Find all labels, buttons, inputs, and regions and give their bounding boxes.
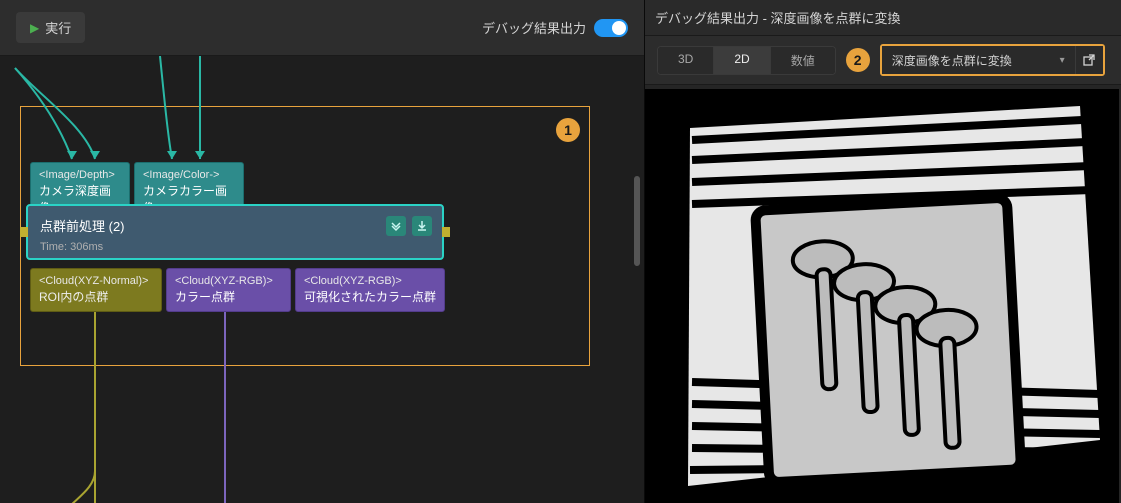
node-visualized-color-point-cloud[interactable]: <Cloud(XYZ-RGB)> 可視化されたカラー点群 [295,268,445,312]
canvas-scrollbar[interactable] [634,176,640,266]
node-roi-tag: <Cloud(XYZ-Normal)> [39,274,153,289]
run-label: 実行 [45,18,71,37]
port-in-left[interactable] [20,227,28,237]
node-roi-point-cloud[interactable]: <Cloud(XYZ-Normal)> ROI内の点群 [30,268,162,312]
tab-2d[interactable]: 2D [714,47,770,74]
debug-output-toggle-group: デバッグ結果出力 [482,18,628,37]
step-node-actions [386,216,432,236]
debug-output-toolbar: 3D 2D 数値 2 深度画像を点群に変換 ▾ [645,36,1121,85]
graph-editor-panel: ▶ 実行 デバッグ結果出力 1 [0,0,645,503]
step-time: Time: 306ms [40,241,430,253]
step-select-dropdown[interactable]: 深度画像を点群に変換 ▾ [882,46,1075,74]
port-out-right[interactable] [442,227,450,237]
popout-icon [1082,53,1096,67]
node-vis-tag: <Cloud(XYZ-RGB)> [304,274,436,289]
download-icon[interactable] [412,216,432,236]
node-color-tag: <Image/Color-> [143,168,235,183]
debug-output-label: デバッグ結果出力 [482,18,586,37]
graph-canvas[interactable]: 1 <Image/Depth> カメラ深度画像 <Image/C [0,56,644,503]
run-button[interactable]: ▶ 実行 [16,12,85,43]
annotation-marker-1: 1 [556,118,580,142]
node-rgb-label: カラー点群 [175,290,235,304]
step-select-highlight: 深度画像を点群に変換 ▾ [880,44,1105,76]
view-mode-tabs: 3D 2D 数値 [657,46,836,75]
popout-button[interactable] [1075,46,1103,74]
debug-output-toggle[interactable] [594,19,628,37]
annotation-marker-2: 2 [846,48,870,72]
node-point-cloud-preprocess[interactable]: 点群前処理 (2) Time: 306ms [26,204,444,260]
debug-output-title: デバッグ結果出力 - 深度画像を点群に変換 [645,0,1121,36]
node-rgb-tag: <Cloud(XYZ-RGB)> [175,274,282,289]
step-select-value: 深度画像を点群に変換 [892,52,1012,69]
node-depth-tag: <Image/Depth> [39,168,121,183]
tab-numeric[interactable]: 数値 [771,47,835,74]
play-icon: ▶ [30,21,39,35]
image-viewport[interactable] [645,89,1119,503]
depth-image-preview [652,96,1112,496]
chevron-down-icon: ▾ [1060,55,1065,66]
step-title: 点群前処理 (2) [40,216,430,235]
expand-down-icon[interactable] [386,216,406,236]
node-color-point-cloud[interactable]: <Cloud(XYZ-RGB)> カラー点群 [166,268,291,312]
tab-3d[interactable]: 3D [658,47,714,74]
node-roi-label: ROI内の点群 [39,290,108,304]
debug-output-panel: デバッグ結果出力 - 深度画像を点群に変換 3D 2D 数値 2 深度画像を点群… [645,0,1121,503]
left-toolbar: ▶ 実行 デバッグ結果出力 [0,0,644,56]
node-vis-label: 可視化されたカラー点群 [304,290,436,304]
